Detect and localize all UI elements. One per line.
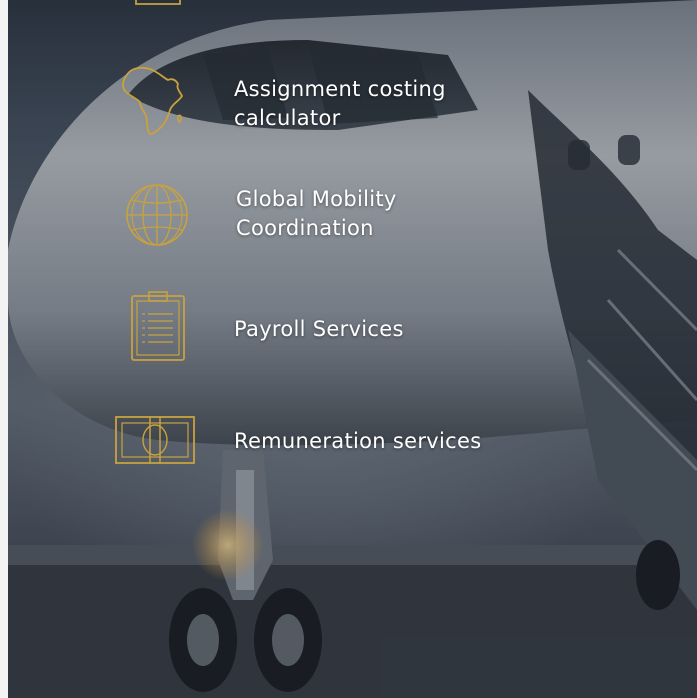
service-label-remuneration: Remuneration services — [234, 429, 482, 453]
partial-top-icon — [135, 0, 181, 5]
page-left-margin — [0, 0, 8, 698]
service-label-assignment-costing: Assignment costing calculator — [234, 77, 446, 130]
globe-icon — [126, 184, 188, 246]
banknote-icon — [115, 416, 195, 464]
clipboard-icon — [131, 291, 185, 361]
africa-map-icon — [122, 66, 184, 135]
service-label-payroll: Payroll Services — [234, 317, 404, 341]
service-label-global-mobility: Global Mobility Coordination — [236, 187, 397, 240]
